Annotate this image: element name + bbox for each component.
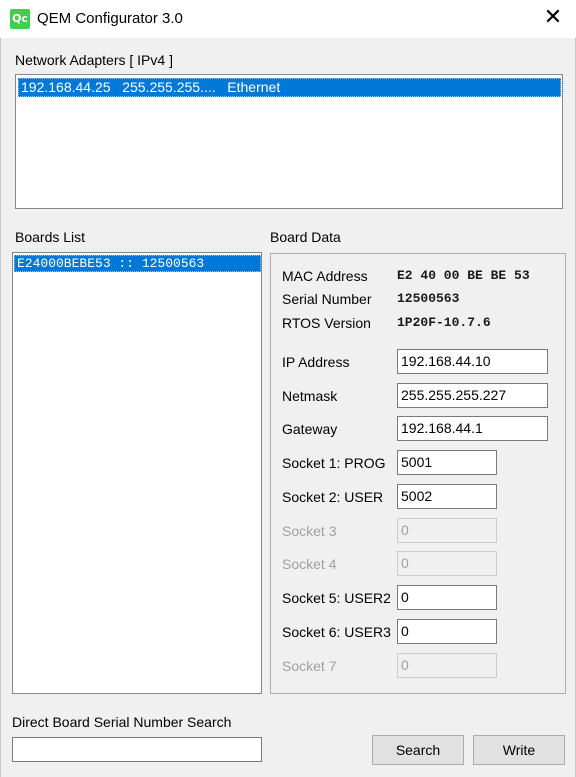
socket3-label: Socket 3 [282,523,337,539]
gateway-label: Gateway [282,421,338,437]
window-border-left [0,38,1,777]
qt-creator-icon: Qc [10,9,30,29]
socket1-field[interactable]: 5001 [397,450,497,475]
serial-number-label: Serial Number [282,291,372,307]
list-item-board[interactable]: E24000BEBE53 :: 12500563 [14,255,261,272]
gateway-field[interactable]: 192.168.44.1 [397,416,548,441]
socket6-field[interactable]: 0 [397,619,497,644]
serial-number-value: 12500563 [397,291,460,306]
window-title: QEM Configurator 3.0 [37,10,183,27]
network-adapters-list[interactable]: 192.168.44.25 255.255.255.... Ethernet [15,74,563,209]
ip-address-field[interactable]: 192.168.44.10 [397,349,548,374]
netmask-field[interactable]: 255.255.255.227 [397,383,548,408]
network-adapters-label: Network Adapters [ IPv4 ] [15,52,173,68]
serial-search-input[interactable] [12,737,262,762]
board-data-label: Board Data [270,229,341,245]
socket2-field[interactable]: 5002 [397,484,497,509]
socket4-field: 0 [397,551,497,576]
netmask-label: Netmask [282,388,338,404]
boards-list-label: Boards List [15,229,86,245]
socket3-field: 0 [397,518,497,543]
rtos-version-value: 1P20F-10.7.6 [397,315,491,330]
list-item-adapter[interactable]: 192.168.44.25 255.255.255.... Ethernet [18,78,561,97]
socket1-label: Socket 1: PROG [282,455,386,471]
mac-address-value: E2 40 00 BE BE 53 [397,268,530,283]
boards-list[interactable]: E24000BEBE53 :: 12500563 [12,252,262,694]
search-button[interactable]: Search [372,735,464,765]
socket5-label: Socket 5: USER2 [282,590,391,606]
mac-address-label: MAC Address [282,268,368,284]
socket6-label: Socket 6: USER3 [282,624,391,640]
socket7-label: Socket 7 [282,658,337,674]
socket5-field[interactable]: 0 [397,585,497,610]
ip-address-label: IP Address [282,354,350,370]
serial-search-label: Direct Board Serial Number Search [12,714,232,730]
socket7-field: 0 [397,653,497,678]
title-bar: Qc QEM Configurator 3.0 ✕ [0,0,576,38]
rtos-version-label: RTOS Version [282,315,371,331]
write-button[interactable]: Write [473,735,565,765]
socket4-label: Socket 4 [282,556,337,572]
close-button[interactable]: ✕ [530,0,576,38]
socket2-label: Socket 2: USER [282,489,384,505]
